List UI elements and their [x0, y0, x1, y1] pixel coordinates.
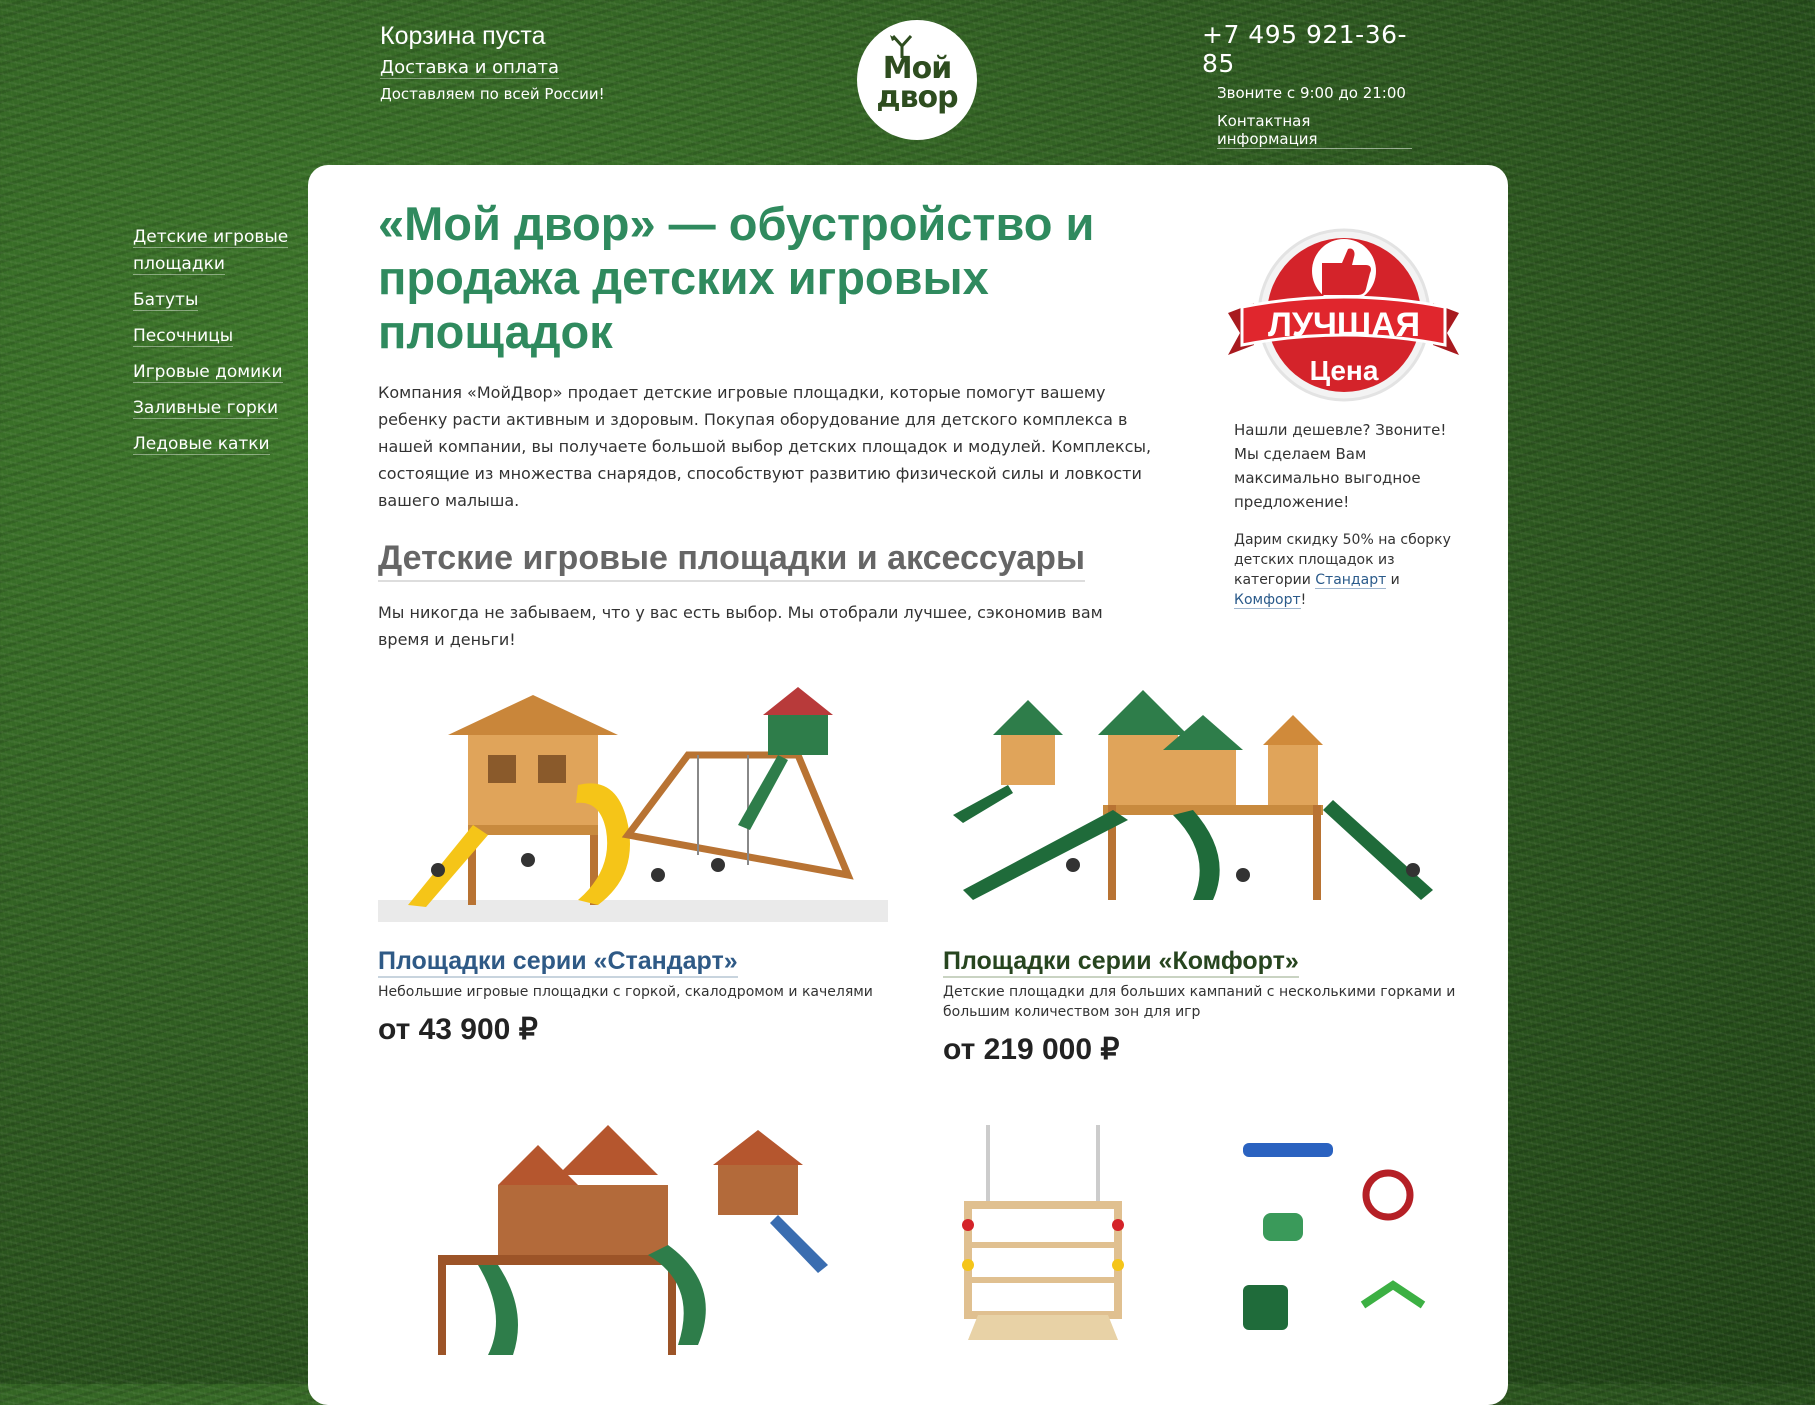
delivery-note: Доставляем по всей России! [380, 85, 605, 103]
product-card-standard[interactable]: Площадки серии «Стандарт» Небольшие игро… [378, 675, 898, 1047]
section-intro: Мы никогда не забываем, что у вас есть в… [378, 603, 1103, 649]
sidebar-item-playhouses[interactable]: Игровые домики [133, 359, 293, 386]
phone-number[interactable]: +7 495 921-36-85 [1202, 20, 1412, 78]
promo-block: ЛУЧШАЯ Цена Нашли дешевле? Звоните! Мы с… [1226, 223, 1466, 626]
sidebar-item-playgrounds[interactable]: Детские игровые площадки [133, 224, 293, 278]
product-image-standard[interactable] [378, 675, 888, 925]
sidebar-item-ice-rinks[interactable]: Ледовые катки [133, 431, 293, 458]
logo[interactable]: Мой двор [857, 20, 977, 140]
delivery-link[interactable]: Доставка и оплата [380, 57, 559, 79]
header-left: Корзина пуста Доставка и оплата Доставля… [380, 22, 605, 103]
header-right: +7 495 921-36-85 Звоните с 9:00 до 21:00… [1202, 20, 1412, 149]
svg-text:Цена: Цена [1310, 355, 1379, 386]
product-image-comfort[interactable] [943, 675, 1453, 925]
product-link-standard[interactable]: Площадки серии «Стандарт» [378, 947, 738, 978]
best-price-badge: ЛУЧШАЯ Цена [1228, 228, 1459, 402]
product-desc-comfort: Детские площадки для больших кампаний с … [943, 984, 1456, 1020]
sidebar-item-trampolines[interactable]: Батуты [133, 287, 293, 314]
promo-link-standard[interactable]: Стандарт [1315, 572, 1387, 589]
section-title: Детские игровые площадки и аксессуары [378, 539, 1085, 582]
sidebar-item-sandboxes[interactable]: Песочницы [133, 323, 293, 350]
call-hours: Звоните с 9:00 до 21:00 [1217, 84, 1406, 102]
product-price-standard: от 43 900 ₽ [378, 1013, 538, 1046]
product-link-comfort[interactable]: Площадки серии «Комфорт» [943, 947, 1299, 978]
main-panel: «Мой двор» — обустройство и продажа детс… [308, 165, 1508, 1405]
svg-text:ЛУЧШАЯ: ЛУЧШАЯ [1268, 306, 1420, 344]
sidebar-nav: Детские игровые площадки Батуты Песочниц… [133, 224, 293, 467]
intro-text: Компания «МойДвор» продает детские игров… [378, 383, 1152, 510]
sidebar-item-ice-slides[interactable]: Заливные горки [133, 395, 293, 422]
contacts-link[interactable]: Контактная информация [1217, 112, 1412, 149]
accessories-image[interactable] [943, 1125, 1453, 1365]
product-image-premium[interactable] [378, 1115, 888, 1365]
cart-status[interactable]: Корзина пуста [380, 22, 605, 51]
page-title: «Мой двор» — обустройство и продажа детс… [378, 197, 1095, 358]
logo-text: Мой двор [876, 51, 958, 115]
promo-link-comfort[interactable]: Комфорт [1234, 592, 1301, 609]
product-price-comfort: от 219 000 ₽ [943, 1033, 1120, 1066]
promo-text-2: Дарим скидку 50% на сборку детских площа… [1234, 532, 1451, 609]
product-desc-standard: Небольшие игровые площадки с горкой, ска… [378, 984, 873, 1000]
product-card-comfort[interactable]: Площадки серии «Комфорт» Детские площадк… [943, 675, 1463, 1067]
promo-text-1: Нашли дешевле? Звоните! Мы сделаем Вам м… [1234, 421, 1447, 511]
